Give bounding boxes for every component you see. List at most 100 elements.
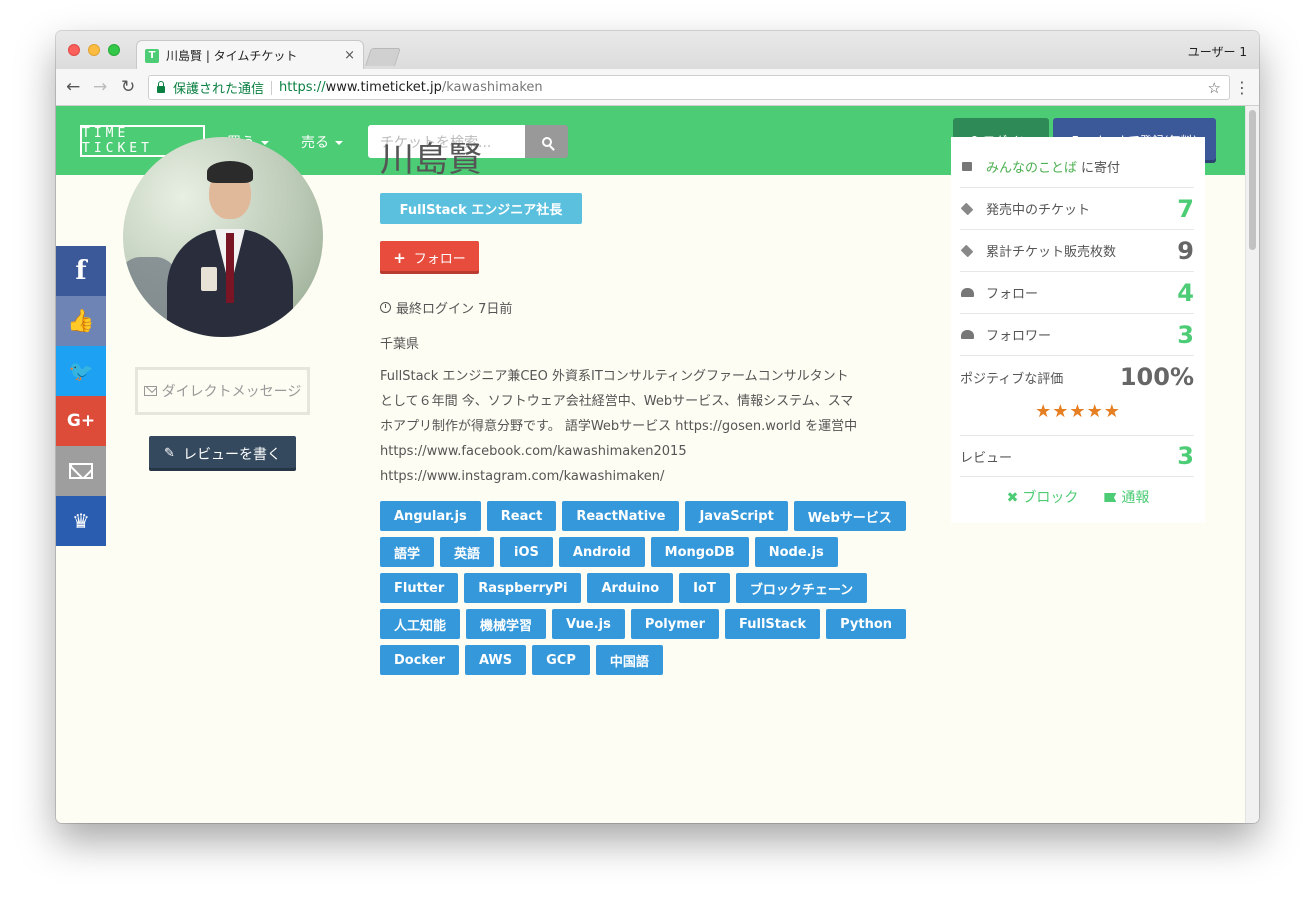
twitter-icon[interactable]: 🐦 (56, 346, 106, 396)
menu-sell-label: 売る (301, 135, 329, 151)
following-value: 4 (1177, 278, 1194, 307)
url-path: /kawashimaken (441, 80, 543, 95)
skill-tag[interactable]: Node.js (754, 537, 838, 567)
more-vert-icon[interactable]: ⋮ (1234, 78, 1250, 97)
skill-tag[interactable]: Webサービス (793, 501, 906, 531)
minimize-window-button[interactable] (88, 44, 100, 56)
reload-icon[interactable]: ↻ (121, 77, 135, 97)
skill-tag[interactable]: 英語 (440, 537, 495, 567)
reviews-row[interactable]: レビュー 3 (960, 435, 1194, 477)
scroll-thumb[interactable] (1249, 110, 1256, 250)
skill-tag[interactable]: IoT (679, 573, 730, 603)
donate-suffix: に寄付 (1081, 161, 1121, 176)
block-label: ブロック (1022, 490, 1079, 506)
bookmark-star-icon[interactable]: ☆ (1208, 79, 1221, 97)
follow-button[interactable]: + フォロー (380, 241, 479, 274)
follow-label: フォロー (413, 252, 466, 267)
tickets-on-sale-value: 7 (1177, 194, 1194, 223)
report-button[interactable]: 通報 (1104, 487, 1149, 507)
skill-tag[interactable]: Arduino (587, 573, 674, 603)
skill-tag[interactable]: FullStack (725, 609, 821, 639)
direct-message-label: ダイレクトメッセージ (161, 384, 302, 400)
tab-close-icon[interactable]: × (344, 48, 355, 63)
tickets-on-sale-row[interactable]: 発売中のチケット 7 (960, 188, 1194, 230)
total-sold-label: 累計チケット販売枚数 (986, 245, 1117, 260)
avatar (123, 137, 323, 337)
donate-row: みんなのことば に寄付 (960, 146, 1194, 188)
skill-tags: Angular.js React ReactNative JavaScript Webサ… (380, 501, 920, 681)
write-review-label: レビューを書く (182, 446, 281, 463)
skill-tag[interactable]: GCP (532, 645, 590, 675)
bio: FullStack エンジニア兼CEO 外資系ITコンサルティングファームコンサ… (380, 364, 920, 489)
block-button[interactable]: ✖ ブロック (1007, 487, 1079, 507)
crown-icon[interactable]: ♛ (56, 496, 106, 546)
like-icon[interactable]: 👍 (56, 296, 106, 346)
avatar-tie (226, 233, 234, 303)
new-tab-button[interactable] (365, 48, 401, 66)
followers-label: フォロワー (986, 329, 1052, 344)
skill-tag[interactable]: AWS (464, 645, 527, 675)
stats-panel: みんなのことば に寄付 発売中のチケット 7 累計チケット販売枚数 9 フォロー… (951, 137, 1205, 523)
bio-line: として６年間 今、ソフトウェア会社経営中、Webサービス、情報システム、スマ (380, 394, 854, 409)
skill-tag[interactable]: React (486, 501, 557, 531)
forward-arrow-icon[interactable]: → (93, 77, 107, 97)
total-sold-value: 9 (1177, 236, 1194, 265)
browser-tab[interactable]: T 川島賢 | タイムチケット × (136, 40, 364, 70)
browser-toolbar: ← → ↻ 保護された通信 https:// www.timeticket.jp… (56, 69, 1259, 106)
bio-link-instagram[interactable]: https://www.instagram.com/kawashimaken/ (380, 464, 920, 489)
total-sold-row: 累計チケット販売枚数 9 (960, 230, 1194, 272)
reviews-label: レビュー (960, 450, 1013, 466)
close-window-button[interactable] (68, 44, 80, 56)
role-badge: FullStack エンジニア社長 (380, 193, 582, 224)
location: 千葉県 (380, 337, 420, 352)
followers-row[interactable]: フォロワー 3 (960, 314, 1194, 356)
followers-value: 3 (1177, 320, 1194, 349)
menu-sell[interactable]: 売る (301, 132, 343, 152)
skill-tag[interactable]: ブロックチェーン (735, 573, 868, 603)
mail-icon[interactable] (56, 446, 106, 496)
skill-tag[interactable]: MongoDB (650, 537, 749, 567)
donate-link[interactable]: みんなのことば (986, 157, 1077, 176)
following-row[interactable]: フォロー 4 (960, 272, 1194, 314)
skill-tag[interactable]: Polymer (630, 609, 720, 639)
profile-name[interactable]: ユーザー 1 (1188, 43, 1247, 60)
back-arrow-icon[interactable]: ← (66, 77, 80, 97)
user-actions: ✖ ブロック 通報 (951, 487, 1205, 507)
title-bar: T 川島賢 | タイムチケット × ユーザー 1 (56, 31, 1259, 70)
pencil-icon: ✎ (164, 446, 175, 461)
close-icon: ✖ (1006, 490, 1019, 506)
browser-window: T 川島賢 | タイムチケット × ユーザー 1 ← → ↻ 保護された通信 h… (56, 31, 1259, 823)
flag-icon (1104, 493, 1117, 502)
skill-tag[interactable]: RaspberryPi (464, 573, 582, 603)
envelope-icon (143, 386, 157, 396)
skill-tag[interactable]: Python (826, 609, 907, 639)
skill-tag[interactable]: JavaScript (685, 501, 788, 531)
skill-tag[interactable]: 人工知能 (380, 609, 461, 639)
skill-tag[interactable]: Angular.js (380, 501, 481, 531)
zoom-window-button[interactable] (108, 44, 120, 56)
following-label: フォロー (986, 287, 1039, 302)
googleplus-icon[interactable]: G+ (56, 396, 106, 446)
skill-tag[interactable]: 機械学習 (466, 609, 547, 639)
lock-icon (157, 80, 165, 93)
write-review-button[interactable]: ✎ レビューを書く (149, 436, 296, 471)
envelope-icon (69, 463, 93, 479)
skill-tag[interactable]: ReactNative (562, 501, 680, 531)
bio-line: FullStack エンジニア兼CEO 外資系ITコンサルティングファームコンサ… (380, 369, 849, 384)
tab-title: 川島賢 | タイムチケット (166, 49, 298, 63)
bio-link-facebook[interactable]: https://www.facebook.com/kawashimaken201… (380, 439, 920, 464)
address-bar[interactable]: 保護された通信 https:// www.timeticket.jp /kawa… (148, 75, 1230, 100)
last-login: 最終ログイン 7日前 (380, 298, 512, 317)
scrollbar[interactable] (1245, 106, 1259, 823)
facebook-share-icon[interactable]: f (56, 246, 106, 296)
skill-tag[interactable]: 語学 (380, 537, 435, 567)
skill-tag[interactable]: Docker (380, 645, 459, 675)
skill-tag[interactable]: Vue.js (552, 609, 625, 639)
direct-message-button[interactable]: ダイレクトメッセージ (135, 367, 310, 415)
skill-tag[interactable]: iOS (500, 537, 553, 567)
skill-tag[interactable]: Android (558, 537, 645, 567)
page-title: 川島賢 (380, 140, 482, 180)
skill-tag[interactable]: 中国語 (595, 645, 663, 675)
search-button[interactable] (525, 125, 568, 158)
skill-tag[interactable]: Flutter (380, 573, 459, 603)
